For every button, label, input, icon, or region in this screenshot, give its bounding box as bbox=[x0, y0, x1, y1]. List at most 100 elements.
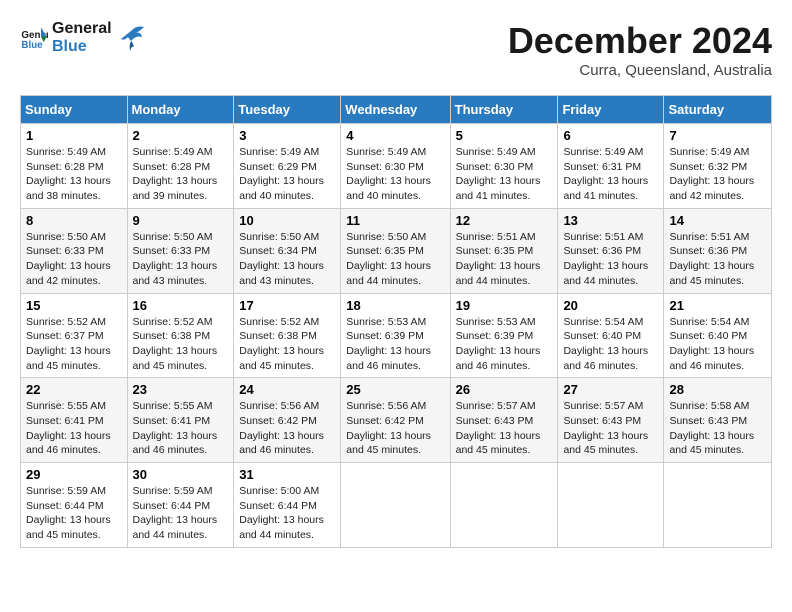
logo-blue: Blue bbox=[52, 38, 112, 56]
day-number: 12 bbox=[456, 213, 553, 228]
day-info: Sunrise: 5:53 AM Sunset: 6:39 PM Dayligh… bbox=[456, 315, 553, 374]
calendar-cell: 12 Sunrise: 5:51 AM Sunset: 6:35 PM Dayl… bbox=[450, 208, 558, 293]
calendar-week-row: 8 Sunrise: 5:50 AM Sunset: 6:33 PM Dayli… bbox=[21, 208, 772, 293]
day-number: 1 bbox=[26, 128, 122, 143]
calendar-cell: 15 Sunrise: 5:52 AM Sunset: 6:37 PM Dayl… bbox=[21, 293, 128, 378]
day-number: 17 bbox=[239, 298, 335, 313]
day-info: Sunrise: 5:49 AM Sunset: 6:31 PM Dayligh… bbox=[563, 145, 658, 204]
day-number: 31 bbox=[239, 467, 335, 482]
day-info: Sunrise: 5:49 AM Sunset: 6:30 PM Dayligh… bbox=[456, 145, 553, 204]
calendar-cell: 25 Sunrise: 5:56 AM Sunset: 6:42 PM Dayl… bbox=[341, 378, 450, 463]
weekday-header-friday: Friday bbox=[558, 96, 664, 124]
calendar-cell: 7 Sunrise: 5:49 AM Sunset: 6:32 PM Dayli… bbox=[664, 124, 772, 209]
calendar-cell: 26 Sunrise: 5:57 AM Sunset: 6:43 PM Dayl… bbox=[450, 378, 558, 463]
day-info: Sunrise: 5:52 AM Sunset: 6:38 PM Dayligh… bbox=[239, 315, 335, 374]
calendar-cell: 11 Sunrise: 5:50 AM Sunset: 6:35 PM Dayl… bbox=[341, 208, 450, 293]
calendar-cell: 23 Sunrise: 5:55 AM Sunset: 6:41 PM Dayl… bbox=[127, 378, 234, 463]
weekday-header-thursday: Thursday bbox=[450, 96, 558, 124]
calendar-cell: 5 Sunrise: 5:49 AM Sunset: 6:30 PM Dayli… bbox=[450, 124, 558, 209]
day-number: 30 bbox=[133, 467, 229, 482]
calendar-cell: 28 Sunrise: 5:58 AM Sunset: 6:43 PM Dayl… bbox=[664, 378, 772, 463]
day-info: Sunrise: 5:56 AM Sunset: 6:42 PM Dayligh… bbox=[239, 399, 335, 458]
day-info: Sunrise: 5:53 AM Sunset: 6:39 PM Dayligh… bbox=[346, 315, 444, 374]
day-number: 11 bbox=[346, 213, 444, 228]
weekday-header-monday: Monday bbox=[127, 96, 234, 124]
calendar-cell: 8 Sunrise: 5:50 AM Sunset: 6:33 PM Dayli… bbox=[21, 208, 128, 293]
day-number: 28 bbox=[669, 382, 766, 397]
calendar-header-row: SundayMondayTuesdayWednesdayThursdayFrid… bbox=[21, 96, 772, 124]
day-info: Sunrise: 5:50 AM Sunset: 6:35 PM Dayligh… bbox=[346, 230, 444, 289]
svg-text:Blue: Blue bbox=[21, 39, 43, 50]
calendar-cell: 21 Sunrise: 5:54 AM Sunset: 6:40 PM Dayl… bbox=[664, 293, 772, 378]
day-info: Sunrise: 5:52 AM Sunset: 6:37 PM Dayligh… bbox=[26, 315, 122, 374]
day-info: Sunrise: 5:58 AM Sunset: 6:43 PM Dayligh… bbox=[669, 399, 766, 458]
calendar-cell: 13 Sunrise: 5:51 AM Sunset: 6:36 PM Dayl… bbox=[558, 208, 664, 293]
day-info: Sunrise: 5:50 AM Sunset: 6:33 PM Dayligh… bbox=[133, 230, 229, 289]
calendar-week-row: 15 Sunrise: 5:52 AM Sunset: 6:37 PM Dayl… bbox=[21, 293, 772, 378]
calendar-cell: 31 Sunrise: 5:00 AM Sunset: 6:44 PM Dayl… bbox=[234, 463, 341, 548]
day-info: Sunrise: 5:50 AM Sunset: 6:34 PM Dayligh… bbox=[239, 230, 335, 289]
day-number: 13 bbox=[563, 213, 658, 228]
day-number: 22 bbox=[26, 382, 122, 397]
day-number: 16 bbox=[133, 298, 229, 313]
calendar-cell: 24 Sunrise: 5:56 AM Sunset: 6:42 PM Dayl… bbox=[234, 378, 341, 463]
day-number: 2 bbox=[133, 128, 229, 143]
day-info: Sunrise: 5:55 AM Sunset: 6:41 PM Dayligh… bbox=[26, 399, 122, 458]
day-number: 20 bbox=[563, 298, 658, 313]
day-number: 10 bbox=[239, 213, 335, 228]
day-info: Sunrise: 5:51 AM Sunset: 6:35 PM Dayligh… bbox=[456, 230, 553, 289]
calendar-cell: 14 Sunrise: 5:51 AM Sunset: 6:36 PM Dayl… bbox=[664, 208, 772, 293]
calendar-week-row: 29 Sunrise: 5:59 AM Sunset: 6:44 PM Dayl… bbox=[21, 463, 772, 548]
calendar-cell: 6 Sunrise: 5:49 AM Sunset: 6:31 PM Dayli… bbox=[558, 124, 664, 209]
day-number: 21 bbox=[669, 298, 766, 313]
day-number: 26 bbox=[456, 382, 553, 397]
calendar-cell bbox=[341, 463, 450, 548]
day-info: Sunrise: 5:52 AM Sunset: 6:38 PM Dayligh… bbox=[133, 315, 229, 374]
day-info: Sunrise: 5:49 AM Sunset: 6:32 PM Dayligh… bbox=[669, 145, 766, 204]
day-info: Sunrise: 5:57 AM Sunset: 6:43 PM Dayligh… bbox=[456, 399, 553, 458]
title-block: December 2024 Curra, Queensland, Austral… bbox=[508, 20, 772, 79]
day-info: Sunrise: 5:54 AM Sunset: 6:40 PM Dayligh… bbox=[563, 315, 658, 374]
calendar-cell: 20 Sunrise: 5:54 AM Sunset: 6:40 PM Dayl… bbox=[558, 293, 664, 378]
calendar-week-row: 22 Sunrise: 5:55 AM Sunset: 6:41 PM Dayl… bbox=[21, 378, 772, 463]
day-info: Sunrise: 5:59 AM Sunset: 6:44 PM Dayligh… bbox=[133, 484, 229, 543]
day-info: Sunrise: 5:56 AM Sunset: 6:42 PM Dayligh… bbox=[346, 399, 444, 458]
calendar-cell: 9 Sunrise: 5:50 AM Sunset: 6:33 PM Dayli… bbox=[127, 208, 234, 293]
day-number: 5 bbox=[456, 128, 553, 143]
calendar-cell bbox=[450, 463, 558, 548]
day-info: Sunrise: 5:49 AM Sunset: 6:28 PM Dayligh… bbox=[26, 145, 122, 204]
weekday-header-saturday: Saturday bbox=[664, 96, 772, 124]
calendar-cell: 4 Sunrise: 5:49 AM Sunset: 6:30 PM Dayli… bbox=[341, 124, 450, 209]
day-info: Sunrise: 5:57 AM Sunset: 6:43 PM Dayligh… bbox=[563, 399, 658, 458]
day-info: Sunrise: 5:54 AM Sunset: 6:40 PM Dayligh… bbox=[669, 315, 766, 374]
logo-bird-icon bbox=[116, 23, 146, 53]
day-number: 8 bbox=[26, 213, 122, 228]
day-number: 14 bbox=[669, 213, 766, 228]
day-info: Sunrise: 5:51 AM Sunset: 6:36 PM Dayligh… bbox=[563, 230, 658, 289]
day-info: Sunrise: 5:55 AM Sunset: 6:41 PM Dayligh… bbox=[133, 399, 229, 458]
calendar-week-row: 1 Sunrise: 5:49 AM Sunset: 6:28 PM Dayli… bbox=[21, 124, 772, 209]
calendar-cell: 29 Sunrise: 5:59 AM Sunset: 6:44 PM Dayl… bbox=[21, 463, 128, 548]
calendar-cell: 18 Sunrise: 5:53 AM Sunset: 6:39 PM Dayl… bbox=[341, 293, 450, 378]
weekday-header-tuesday: Tuesday bbox=[234, 96, 341, 124]
calendar-cell bbox=[664, 463, 772, 548]
calendar-cell: 27 Sunrise: 5:57 AM Sunset: 6:43 PM Dayl… bbox=[558, 378, 664, 463]
day-number: 4 bbox=[346, 128, 444, 143]
day-number: 9 bbox=[133, 213, 229, 228]
calendar-cell: 17 Sunrise: 5:52 AM Sunset: 6:38 PM Dayl… bbox=[234, 293, 341, 378]
day-number: 27 bbox=[563, 382, 658, 397]
day-number: 24 bbox=[239, 382, 335, 397]
weekday-header-sunday: Sunday bbox=[21, 96, 128, 124]
calendar-cell: 2 Sunrise: 5:49 AM Sunset: 6:28 PM Dayli… bbox=[127, 124, 234, 209]
logo: General Blue General Blue bbox=[20, 20, 146, 55]
calendar-cell bbox=[558, 463, 664, 548]
day-number: 25 bbox=[346, 382, 444, 397]
calendar-table: SundayMondayTuesdayWednesdayThursdayFrid… bbox=[20, 95, 772, 548]
day-info: Sunrise: 5:49 AM Sunset: 6:28 PM Dayligh… bbox=[133, 145, 229, 204]
calendar-cell: 3 Sunrise: 5:49 AM Sunset: 6:29 PM Dayli… bbox=[234, 124, 341, 209]
page-header: General Blue General Blue December 2024 … bbox=[20, 20, 772, 79]
day-number: 23 bbox=[133, 382, 229, 397]
day-number: 19 bbox=[456, 298, 553, 313]
calendar-cell: 16 Sunrise: 5:52 AM Sunset: 6:38 PM Dayl… bbox=[127, 293, 234, 378]
calendar-cell: 22 Sunrise: 5:55 AM Sunset: 6:41 PM Dayl… bbox=[21, 378, 128, 463]
